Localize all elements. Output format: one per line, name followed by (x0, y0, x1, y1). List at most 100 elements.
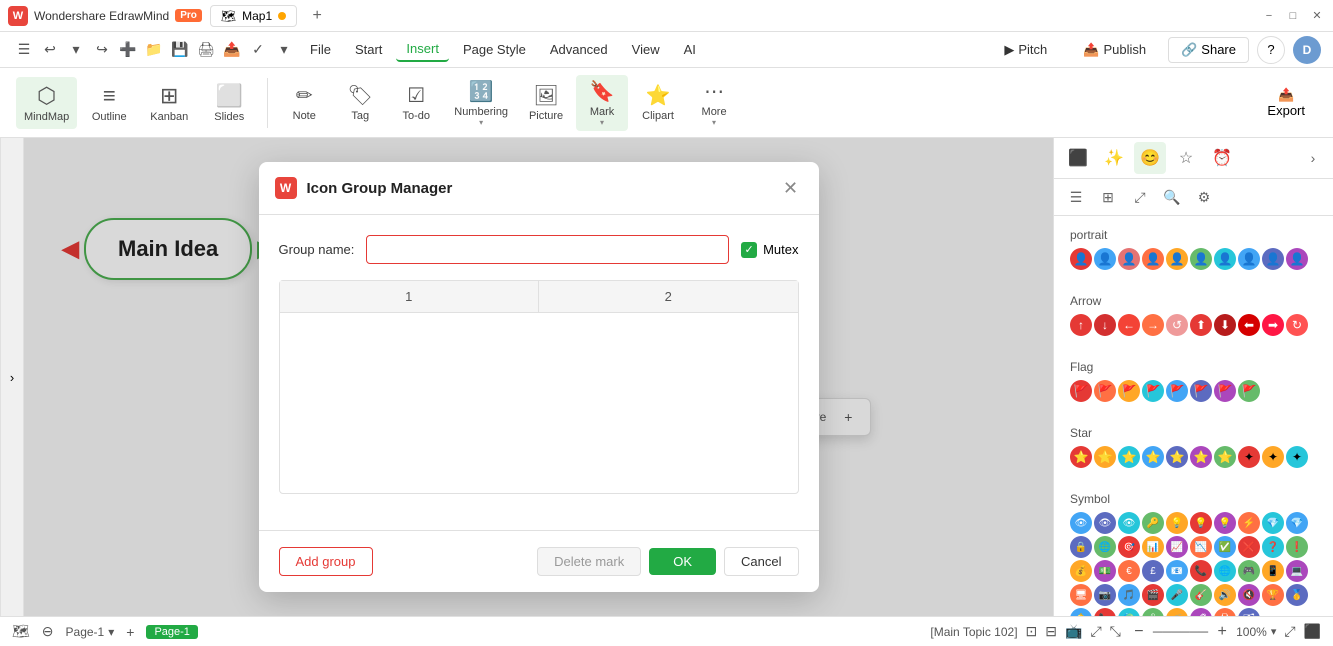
dialog-close-button[interactable]: ✕ (779, 176, 803, 200)
symbol-icon-7[interactable]: 💡 (1214, 512, 1236, 534)
more-quick-button[interactable]: ▾ (272, 38, 296, 62)
canvas[interactable]: ◀ Main Idea ▶ ⋯ More + W Icon Group Mana… (24, 138, 1053, 616)
menu-insert[interactable]: Insert (396, 37, 449, 62)
arrow-icon-10[interactable]: ↻ (1286, 314, 1308, 336)
symbol-icon-35[interactable]: 🎤 (1166, 584, 1188, 606)
symbol-icon-5[interactable]: 💡 (1166, 512, 1188, 534)
symbol-icon-9[interactable]: 💎 (1262, 512, 1284, 534)
symbol-icon-3[interactable]: 👁 (1118, 512, 1140, 534)
symbol-icon-44[interactable]: 🕹 (1142, 608, 1164, 616)
star-icon-3[interactable]: ⭐ (1118, 446, 1140, 468)
toolbar-note[interactable]: ✏ Note (278, 79, 330, 126)
mutex-checkbox[interactable]: ✓ Mutex (741, 242, 798, 258)
split-view-icon[interactable]: ⊟ (1045, 623, 1057, 640)
settings-panel-button[interactable]: ⚙ (1190, 183, 1218, 211)
fit-to-page-icon[interactable]: ⊡ (1026, 623, 1038, 640)
symbol-icon-46[interactable]: 🖊 (1190, 608, 1212, 616)
panel-tab-emoji[interactable]: 😊 (1134, 142, 1166, 174)
symbol-icon-16[interactable]: 📉 (1190, 536, 1212, 558)
symbol-icon-17[interactable]: ✅ (1214, 536, 1236, 558)
list-view-button[interactable]: ☰ (1062, 183, 1090, 211)
arrow-icon-1[interactable]: ↑ (1070, 314, 1092, 336)
symbol-icon-47[interactable]: 🖨 (1214, 608, 1236, 616)
arrow-icon-4[interactable]: → (1142, 314, 1164, 336)
symbol-icon-41[interactable]: 🔔 (1070, 608, 1092, 616)
help-button[interactable]: ? (1257, 36, 1285, 64)
flag-icon-8[interactable]: 🚩 (1238, 380, 1260, 402)
portrait-icon-8[interactable]: 👤 (1238, 248, 1260, 270)
symbol-icon-29[interactable]: 📱 (1262, 560, 1284, 582)
toolbar-slides[interactable]: ⬜ Slides (201, 77, 257, 129)
page-selector[interactable]: Page-1 ▾ (66, 625, 115, 639)
symbol-icon-2[interactable]: 👁 (1094, 512, 1116, 534)
portrait-icon-6[interactable]: 👤 (1190, 248, 1212, 270)
undo-dropdown[interactable]: ▾ (64, 38, 88, 62)
toolbar-export[interactable]: 📤 Export (1255, 83, 1317, 122)
star-icon-5[interactable]: ⭐ (1166, 446, 1188, 468)
arrow-icon-2[interactable]: ↓ (1094, 314, 1116, 336)
portrait-icon-7[interactable]: 👤 (1214, 248, 1236, 270)
portrait-icon-1[interactable]: 👤 (1070, 248, 1092, 270)
panel-tab-star[interactable]: ☆ (1170, 142, 1202, 174)
symbol-icon-24[interactable]: £ (1142, 560, 1164, 582)
search-panel-button[interactable]: 🔍 (1158, 183, 1186, 211)
flag-icon-6[interactable]: 🚩 (1190, 380, 1212, 402)
panel-tab-clock[interactable]: ⏰ (1206, 142, 1238, 174)
pitch-button[interactable]: ▶ Pitch (990, 37, 1061, 63)
symbol-icon-13[interactable]: 🎯 (1118, 536, 1140, 558)
grid-view-button[interactable]: ⊞ (1094, 183, 1122, 211)
symbol-icon-33[interactable]: 🎵 (1118, 584, 1140, 606)
symbol-icon-27[interactable]: 🌐 (1214, 560, 1236, 582)
symbol-icon-32[interactable]: 📷 (1094, 584, 1116, 606)
arrow-icon-3[interactable]: ← (1118, 314, 1140, 336)
flag-icon-4[interactable]: 🚩 (1142, 380, 1164, 402)
symbol-icon-42[interactable]: 📞 (1094, 608, 1116, 616)
symbol-icon-8[interactable]: ⚡ (1238, 512, 1260, 534)
star-icon-9[interactable]: ✦ (1262, 446, 1284, 468)
current-page-tag[interactable]: Page-1 (146, 625, 197, 639)
star-icon-6[interactable]: ⭐ (1190, 446, 1212, 468)
minimize-button[interactable]: − (1261, 8, 1277, 24)
undo-button[interactable]: ↩ (38, 38, 62, 62)
zoom-slider[interactable]: ────── (1153, 624, 1208, 639)
toolbar-numbering[interactable]: 🔢 Numbering ▾ (446, 75, 516, 131)
open-button[interactable]: 📁 (142, 38, 166, 62)
symbol-icon-31[interactable]: 🖥 (1070, 584, 1092, 606)
flag-icon-3[interactable]: 🚩 (1118, 380, 1140, 402)
arrow-icon-8[interactable]: ⬅ (1238, 314, 1260, 336)
symbol-icon-1[interactable]: 👁 (1070, 512, 1092, 534)
group-name-input[interactable] (366, 235, 729, 264)
star-icon-2[interactable]: ⭐ (1094, 446, 1116, 468)
redo-button[interactable]: ↪ (90, 38, 114, 62)
portrait-icon-2[interactable]: 👤 (1094, 248, 1116, 270)
star-icon-4[interactable]: ⭐ (1142, 446, 1164, 468)
ok-button[interactable]: OK (649, 548, 716, 575)
panel-tab-shape[interactable]: ⬛ (1062, 142, 1094, 174)
symbol-icon-22[interactable]: 💵 (1094, 560, 1116, 582)
new-button[interactable]: ➕ (116, 38, 140, 62)
menu-ai[interactable]: AI (674, 38, 706, 61)
export-quick-button[interactable]: 📤 (220, 38, 244, 62)
arrow-icon-7[interactable]: ⬇ (1214, 314, 1236, 336)
maximize-button[interactable]: □ (1285, 8, 1301, 24)
checkmark-button[interactable]: ✓ (246, 38, 270, 62)
expand-button[interactable]: ⤢ (1126, 183, 1154, 211)
toolbar-clipart[interactable]: ⭐ Clipart (632, 79, 684, 126)
symbol-icon-45[interactable]: 📻 (1166, 608, 1188, 616)
arrow-icon-9[interactable]: ➡ (1262, 314, 1284, 336)
symbol-icon-4[interactable]: 🔑 (1142, 512, 1164, 534)
shrink-icon[interactable]: ⤡ (1110, 623, 1121, 640)
menu-advanced[interactable]: Advanced (540, 38, 618, 61)
symbol-icon-40[interactable]: 🥇 (1286, 584, 1308, 606)
add-group-button[interactable]: Add group (279, 547, 373, 576)
hamburger-menu[interactable]: ☰ (12, 38, 36, 62)
symbol-icon-36[interactable]: 🎸 (1190, 584, 1212, 606)
toolbar-outline[interactable]: ≡ Outline (81, 77, 137, 129)
toolbar-mark[interactable]: 🔖 Mark ▾ (576, 75, 628, 131)
symbol-icon-26[interactable]: 📞 (1190, 560, 1212, 582)
portrait-icon-3[interactable]: 👤 (1118, 248, 1140, 270)
cancel-button[interactable]: Cancel (724, 547, 798, 576)
sidebar-toggle[interactable]: › (0, 138, 24, 616)
symbol-icon-10[interactable]: 💎 (1286, 512, 1308, 534)
save-button[interactable]: 💾 (168, 38, 192, 62)
